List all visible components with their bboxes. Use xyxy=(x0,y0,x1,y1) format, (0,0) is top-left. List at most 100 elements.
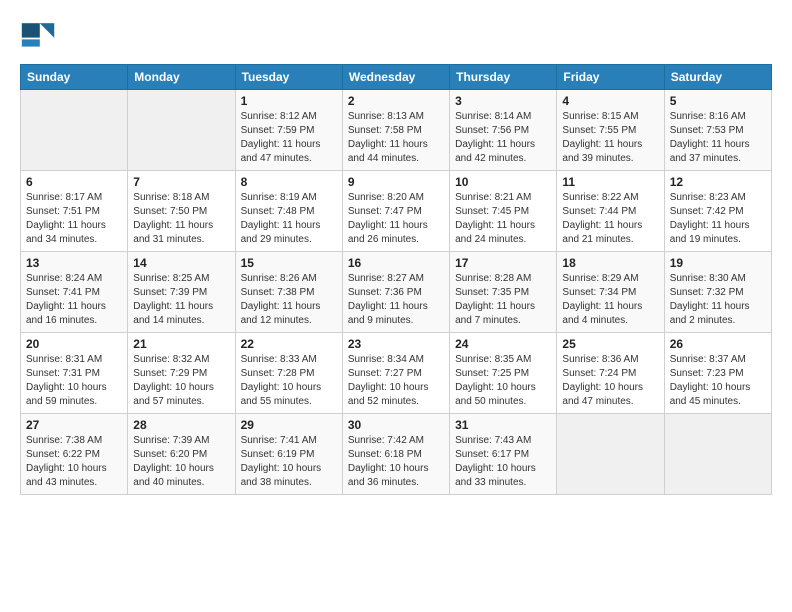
day-number: 13 xyxy=(26,256,122,270)
calendar-week-3: 13Sunrise: 8:24 AM Sunset: 7:41 PM Dayli… xyxy=(21,252,772,333)
calendar-week-1: 1Sunrise: 8:12 AM Sunset: 7:59 PM Daylig… xyxy=(21,90,772,171)
day-info: Sunrise: 8:23 AM Sunset: 7:42 PM Dayligh… xyxy=(670,191,766,247)
calendar-cell: 13Sunrise: 8:24 AM Sunset: 7:41 PM Dayli… xyxy=(21,252,128,333)
day-number: 1 xyxy=(241,94,337,108)
calendar-cell: 23 Sunrise: 8:34 AM Sunset: 7:27 PM Dayli… xyxy=(342,333,449,414)
day-info: Sunrise: 7:41 AM Sunset: 6:19 PM Dayligh… xyxy=(241,434,337,490)
day-number: 21 xyxy=(133,337,229,351)
day-info: Sunrise: 8:19 AM Sunset: 7:48 PM Dayligh… xyxy=(241,191,337,247)
calendar-cell: 6 Sunrise: 8:17 AM Sunset: 7:51 PM Daylig… xyxy=(21,171,128,252)
calendar-cell: 21 Sunrise: 8:32 AM Sunset: 7:29 PM Dayli… xyxy=(128,333,235,414)
day-info: Sunrise: 8:17 AM Sunset: 7:51 PM Dayligh… xyxy=(26,191,122,247)
calendar-cell: 16 Sunrise: 8:27 AM Sunset: 7:36 PM Dayli… xyxy=(342,252,449,333)
day-number: 2 xyxy=(348,94,444,108)
calendar-header: SundayMondayTuesdayWednesdayThursdayFrid… xyxy=(21,65,772,90)
calendar-cell: 19 Sunrise: 8:30 AM Sunset: 7:32 PM Dayli… xyxy=(664,252,771,333)
day-info: Sunrise: 8:30 AM Sunset: 7:32 PM Dayligh… xyxy=(670,272,766,328)
day-number: 27 xyxy=(26,418,122,432)
calendar-cell xyxy=(21,90,128,171)
day-info: Sunrise: 8:25 AM Sunset: 7:39 PM Dayligh… xyxy=(133,272,229,328)
calendar-cell: 14 Sunrise: 8:25 AM Sunset: 7:39 PM Dayli… xyxy=(128,252,235,333)
calendar-cell: 17Sunrise: 8:28 AM Sunset: 7:35 PM Dayli… xyxy=(450,252,557,333)
day-number: 24 xyxy=(455,337,551,351)
day-info: Sunrise: 8:18 AM Sunset: 7:50 PM Dayligh… xyxy=(133,191,229,247)
day-info: Sunrise: 7:38 AM Sunset: 6:22 PM Dayligh… xyxy=(26,434,122,490)
day-number: 31 xyxy=(455,418,551,432)
day-number: 23 xyxy=(348,337,444,351)
calendar-cell: 30 Sunrise: 7:42 AM Sunset: 6:18 PM Dayli… xyxy=(342,414,449,495)
day-number: 25 xyxy=(562,337,658,351)
day-number: 30 xyxy=(348,418,444,432)
day-number: 7 xyxy=(133,175,229,189)
calendar-cell: 3Sunrise: 8:14 AM Sunset: 7:56 PM Daylig… xyxy=(450,90,557,171)
day-info: Sunrise: 8:34 AM Sunset: 7:27 PM Dayligh… xyxy=(348,353,444,409)
day-info: Sunrise: 8:29 AM Sunset: 7:34 PM Dayligh… xyxy=(562,272,658,328)
day-info: Sunrise: 7:42 AM Sunset: 6:18 PM Dayligh… xyxy=(348,434,444,490)
day-info: Sunrise: 8:15 AM Sunset: 7:55 PM Dayligh… xyxy=(562,110,658,166)
day-number: 19 xyxy=(670,256,766,270)
day-info: Sunrise: 8:16 AM Sunset: 7:53 PM Dayligh… xyxy=(670,110,766,166)
calendar-cell: 26 Sunrise: 8:37 AM Sunset: 7:23 PM Dayli… xyxy=(664,333,771,414)
weekday-header-wednesday: Wednesday xyxy=(342,65,449,90)
calendar-body: 1Sunrise: 8:12 AM Sunset: 7:59 PM Daylig… xyxy=(21,90,772,495)
day-number: 14 xyxy=(133,256,229,270)
calendar-cell: 28Sunrise: 7:39 AM Sunset: 6:20 PM Dayli… xyxy=(128,414,235,495)
weekday-header-tuesday: Tuesday xyxy=(235,65,342,90)
logo-icon xyxy=(20,16,56,52)
calendar-cell: 10Sunrise: 8:21 AM Sunset: 7:45 PM Dayli… xyxy=(450,171,557,252)
weekday-header-thursday: Thursday xyxy=(450,65,557,90)
weekday-header-monday: Monday xyxy=(128,65,235,90)
day-info: Sunrise: 8:27 AM Sunset: 7:36 PM Dayligh… xyxy=(348,272,444,328)
day-number: 11 xyxy=(562,175,658,189)
day-number: 8 xyxy=(241,175,337,189)
calendar-cell: 5 Sunrise: 8:16 AM Sunset: 7:53 PM Daylig… xyxy=(664,90,771,171)
day-info: Sunrise: 8:31 AM Sunset: 7:31 PM Dayligh… xyxy=(26,353,122,409)
day-info: Sunrise: 8:26 AM Sunset: 7:38 PM Dayligh… xyxy=(241,272,337,328)
day-number: 10 xyxy=(455,175,551,189)
day-info: Sunrise: 8:32 AM Sunset: 7:29 PM Dayligh… xyxy=(133,353,229,409)
calendar-table: SundayMondayTuesdayWednesdayThursdayFrid… xyxy=(20,64,772,495)
day-info: Sunrise: 8:22 AM Sunset: 7:44 PM Dayligh… xyxy=(562,191,658,247)
calendar-cell: 18 Sunrise: 8:29 AM Sunset: 7:34 PM Dayli… xyxy=(557,252,664,333)
day-number: 9 xyxy=(348,175,444,189)
day-info: Sunrise: 8:14 AM Sunset: 7:56 PM Dayligh… xyxy=(455,110,551,166)
day-info: Sunrise: 8:37 AM Sunset: 7:23 PM Dayligh… xyxy=(670,353,766,409)
calendar-cell: 27 Sunrise: 7:38 AM Sunset: 6:22 PM Dayli… xyxy=(21,414,128,495)
calendar-cell: 20 Sunrise: 8:31 AM Sunset: 7:31 PM Dayli… xyxy=(21,333,128,414)
calendar-cell: 7 Sunrise: 8:18 AM Sunset: 7:50 PM Daylig… xyxy=(128,171,235,252)
day-info: Sunrise: 7:43 AM Sunset: 6:17 PM Dayligh… xyxy=(455,434,551,490)
calendar-cell: 25 Sunrise: 8:36 AM Sunset: 7:24 PM Dayli… xyxy=(557,333,664,414)
day-number: 20 xyxy=(26,337,122,351)
calendar-week-2: 6 Sunrise: 8:17 AM Sunset: 7:51 PM Daylig… xyxy=(21,171,772,252)
calendar-cell: 29 Sunrise: 7:41 AM Sunset: 6:19 PM Dayli… xyxy=(235,414,342,495)
calendar-week-5: 27 Sunrise: 7:38 AM Sunset: 6:22 PM Dayli… xyxy=(21,414,772,495)
day-number: 4 xyxy=(562,94,658,108)
day-info: Sunrise: 8:35 AM Sunset: 7:25 PM Dayligh… xyxy=(455,353,551,409)
calendar-cell xyxy=(664,414,771,495)
calendar-week-4: 20 Sunrise: 8:31 AM Sunset: 7:31 PM Dayli… xyxy=(21,333,772,414)
day-number: 18 xyxy=(562,256,658,270)
day-number: 26 xyxy=(670,337,766,351)
day-number: 15 xyxy=(241,256,337,270)
day-number: 28 xyxy=(133,418,229,432)
page: SundayMondayTuesdayWednesdayThursdayFrid… xyxy=(0,0,792,612)
calendar-cell xyxy=(557,414,664,495)
day-info: Sunrise: 8:20 AM Sunset: 7:47 PM Dayligh… xyxy=(348,191,444,247)
day-number: 17 xyxy=(455,256,551,270)
calendar-cell: 1Sunrise: 8:12 AM Sunset: 7:59 PM Daylig… xyxy=(235,90,342,171)
weekday-header-friday: Friday xyxy=(557,65,664,90)
calendar-cell: 15 Sunrise: 8:26 AM Sunset: 7:38 PM Dayli… xyxy=(235,252,342,333)
weekday-row: SundayMondayTuesdayWednesdayThursdayFrid… xyxy=(21,65,772,90)
calendar-cell: 12 Sunrise: 8:23 AM Sunset: 7:42 PM Dayli… xyxy=(664,171,771,252)
day-number: 16 xyxy=(348,256,444,270)
calendar-cell: 9 Sunrise: 8:20 AM Sunset: 7:47 PM Daylig… xyxy=(342,171,449,252)
day-info: Sunrise: 8:33 AM Sunset: 7:28 PM Dayligh… xyxy=(241,353,337,409)
day-number: 29 xyxy=(241,418,337,432)
header xyxy=(20,16,772,52)
day-number: 12 xyxy=(670,175,766,189)
calendar-cell: 22Sunrise: 8:33 AM Sunset: 7:28 PM Dayli… xyxy=(235,333,342,414)
day-number: 5 xyxy=(670,94,766,108)
day-info: Sunrise: 8:36 AM Sunset: 7:24 PM Dayligh… xyxy=(562,353,658,409)
day-number: 6 xyxy=(26,175,122,189)
calendar-cell: 8 Sunrise: 8:19 AM Sunset: 7:48 PM Daylig… xyxy=(235,171,342,252)
